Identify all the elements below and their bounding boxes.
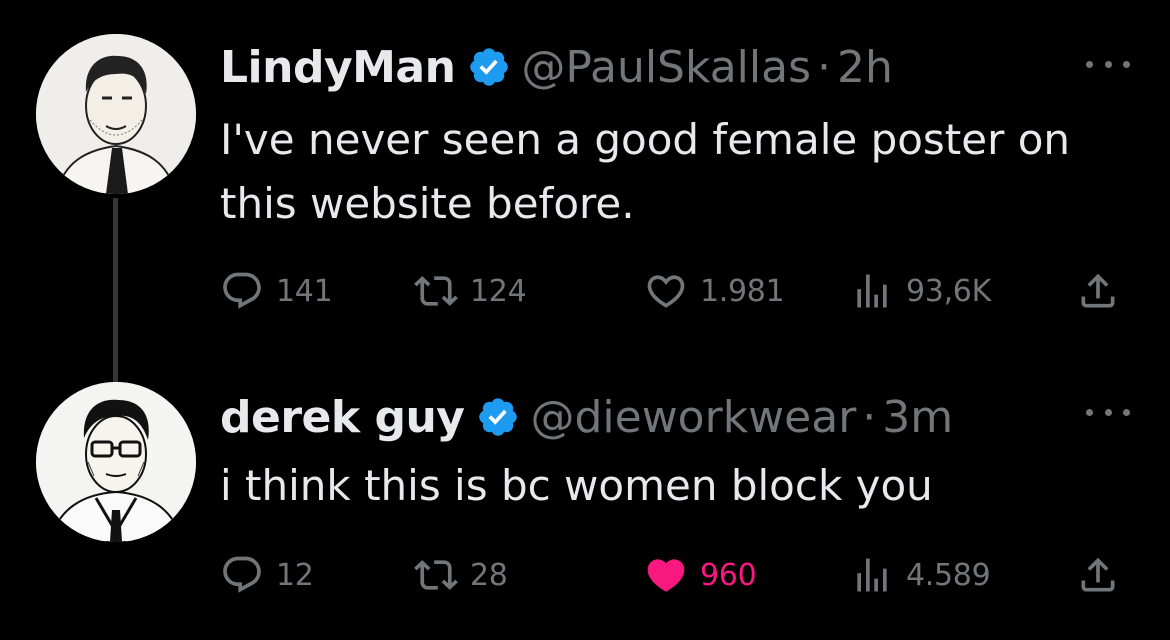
share-button[interactable] (1076, 266, 1120, 316)
reply-icon (223, 556, 261, 593)
views-button[interactable]: 93,6K (850, 266, 991, 316)
verified-badge-icon[interactable] (467, 45, 511, 89)
retweet-button[interactable]: 28 (414, 550, 508, 600)
avatar[interactable] (36, 382, 196, 542)
views-button[interactable]: 4.589 (850, 550, 991, 600)
views-count: 93,6K (906, 273, 991, 309)
reply-button[interactable]: 12 (220, 550, 314, 600)
like-button[interactable]: 1.981 (644, 266, 785, 316)
retweet-icon (414, 276, 458, 306)
reply-count: 141 (276, 273, 333, 309)
reply-icon (223, 272, 261, 309)
like-count: 960 (700, 557, 757, 593)
retweet-button[interactable]: 124 (414, 266, 527, 316)
timestamp[interactable]: 3m (882, 392, 953, 443)
avatar[interactable] (36, 34, 196, 194)
verified-badge-icon[interactable] (476, 395, 520, 439)
more-icon[interactable] (1086, 402, 1130, 422)
tweet-header: derek guy @dieworkwear · 3m (220, 388, 953, 443)
retweet-count: 124 (470, 273, 527, 309)
share-button[interactable] (1076, 550, 1120, 600)
like-button[interactable]: 960 (644, 550, 757, 600)
tweet-text: i think this is bc women block you (220, 461, 933, 510)
share-icon (1081, 273, 1115, 308)
like-icon (647, 559, 685, 592)
timestamp[interactable]: 2h (837, 42, 893, 93)
retweet-count: 28 (470, 557, 508, 593)
user-handle[interactable]: @PaulSkallas (521, 42, 811, 93)
display-name[interactable]: LindyMan (220, 42, 456, 93)
views-count: 4.589 (906, 557, 991, 593)
user-handle[interactable]: @dieworkwear (530, 392, 856, 443)
views-icon (857, 558, 887, 592)
more-icon[interactable] (1086, 54, 1130, 74)
display-name[interactable]: derek guy (220, 392, 465, 443)
tweet[interactable]: LindyMan @PaulSkallas · 2h I've never se… (0, 0, 1170, 340)
reply-button[interactable]: 141 (220, 266, 333, 316)
views-icon (857, 274, 887, 308)
like-icon (647, 275, 685, 308)
action-bar: 12 28 960 4.589 (220, 550, 1132, 600)
share-icon (1081, 557, 1115, 592)
separator: · (862, 392, 877, 443)
separator: · (817, 42, 831, 93)
reply-count: 12 (276, 557, 314, 593)
tweet-text: I've never seen a good female poster on … (220, 115, 1071, 228)
like-count: 1.981 (700, 273, 785, 309)
thread-line (113, 198, 118, 382)
retweet-icon (414, 560, 458, 590)
action-bar: 141 124 1.981 93,6K (220, 266, 1132, 316)
